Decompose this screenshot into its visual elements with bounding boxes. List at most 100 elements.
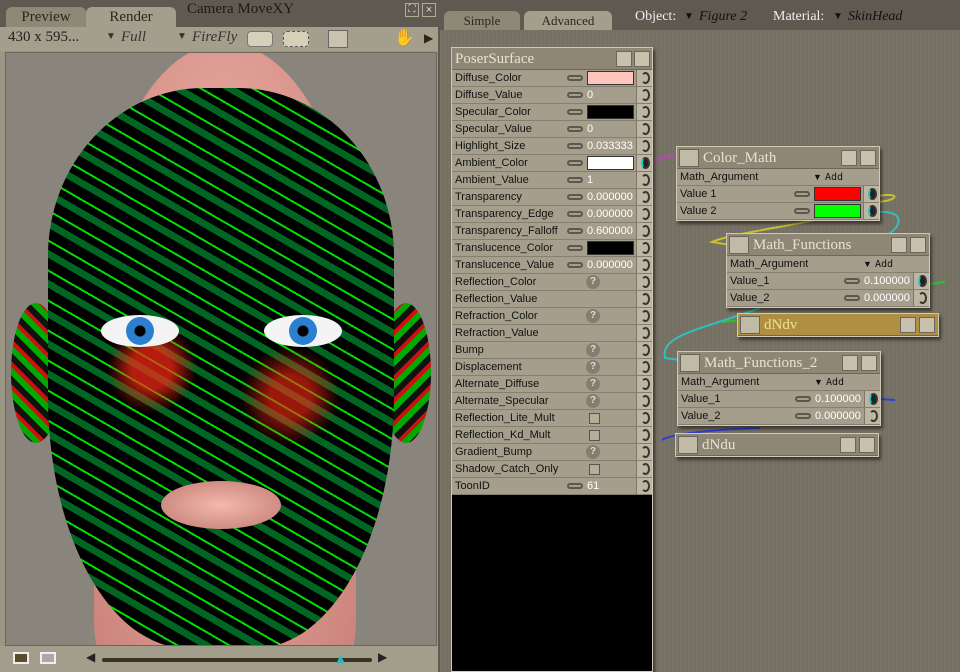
param-row[interactable]: Reflection_Lite_Mult: [452, 410, 652, 427]
param-row[interactable]: Gradient_Bump?: [452, 444, 652, 461]
menu-arrow-icon[interactable]: ▶: [424, 31, 433, 45]
param-row[interactable]: Ambient_Color: [452, 155, 652, 172]
export-image-icon[interactable]: [328, 30, 348, 48]
input-plug-icon[interactable]: [636, 257, 652, 273]
param-value[interactable]: 0.100000: [815, 391, 861, 408]
input-plug-icon[interactable]: [636, 342, 652, 358]
input-plug-icon[interactable]: [636, 70, 652, 86]
param-row[interactable]: Transparency_Falloff 0.600000: [452, 223, 652, 240]
param-row[interactable]: Refraction_Value: [452, 325, 652, 342]
question-icon[interactable]: ?: [586, 360, 600, 374]
input-plug-icon[interactable]: [636, 308, 652, 324]
question-icon[interactable]: ?: [586, 343, 600, 357]
color-swatch[interactable]: [587, 71, 634, 85]
input-plug-icon[interactable]: [864, 408, 880, 424]
param-row[interactable]: Alternate_Diffuse?: [452, 376, 652, 393]
color-math-node[interactable]: Color_Math Math_Argument ▼ Add Value 1 Value …: [676, 146, 880, 221]
question-icon[interactable]: ?: [586, 275, 600, 289]
input-plug-icon[interactable]: [636, 325, 652, 341]
link-icon[interactable]: [567, 194, 583, 200]
link-icon[interactable]: [844, 278, 860, 284]
link-icon[interactable]: [567, 245, 583, 251]
input-plug-icon[interactable]: [863, 186, 879, 202]
link-icon[interactable]: [844, 295, 860, 301]
node-output-icon[interactable]: [678, 436, 698, 454]
area-render-icon[interactable]: [283, 31, 309, 47]
param-value[interactable]: 1: [587, 172, 593, 189]
input-plug-icon[interactable]: [636, 444, 652, 460]
link-icon[interactable]: [795, 396, 811, 402]
link-icon[interactable]: [567, 160, 583, 166]
param-row[interactable]: Reflection_Kd_Mult: [452, 427, 652, 444]
input-plug-icon[interactable]: [636, 393, 652, 409]
node-output-icon[interactable]: [680, 354, 700, 372]
tab-render[interactable]: Render: [86, 7, 176, 27]
param-row[interactable]: Ambient_Value 1: [452, 172, 652, 189]
param-value[interactable]: 0.000000: [815, 408, 861, 425]
dndv-node[interactable]: dNdv: [737, 313, 939, 337]
param-row[interactable]: Transparency_Edge 0.000000: [452, 206, 652, 223]
param-row[interactable]: Value_2 0.000000: [678, 408, 880, 425]
link-icon[interactable]: [567, 92, 583, 98]
node-output-icon[interactable]: [679, 149, 699, 167]
param-row[interactable]: ToonID 61: [452, 478, 652, 495]
checkbox[interactable]: [589, 464, 600, 475]
tab-preview[interactable]: Preview: [6, 7, 86, 27]
dndu-node[interactable]: dNdu: [675, 433, 879, 457]
node-preview-icon[interactable]: [919, 317, 935, 333]
close-icon[interactable]: ×: [422, 3, 436, 17]
input-plug-icon[interactable]: [636, 410, 652, 426]
param-row[interactable]: Value_1 0.100000: [678, 391, 880, 408]
poser-surface-node[interactable]: PoserSurface Diffuse_Color Diffuse_Value 0…: [451, 47, 653, 672]
link-icon[interactable]: [567, 75, 583, 81]
link-icon[interactable]: [567, 262, 583, 268]
param-row[interactable]: Value_2 0.000000: [727, 290, 929, 307]
input-plug-icon[interactable]: [636, 223, 652, 239]
preview-eye-icon[interactable]: [634, 51, 650, 67]
input-plug-icon[interactable]: [636, 274, 652, 290]
question-icon[interactable]: ?: [586, 445, 600, 459]
param-row[interactable]: Refraction_Color?: [452, 308, 652, 325]
color-swatch[interactable]: [587, 241, 634, 255]
link-icon[interactable]: [567, 177, 583, 183]
node-options-icon[interactable]: [900, 317, 916, 333]
color-swatch[interactable]: [587, 105, 634, 119]
node-output-icon[interactable]: [740, 316, 760, 334]
slider-thumb[interactable]: ▲: [334, 650, 348, 666]
input-plug-icon[interactable]: [636, 376, 652, 392]
node-options-icon[interactable]: [842, 355, 858, 371]
input-plug-icon[interactable]: [636, 206, 652, 222]
input-plug-icon[interactable]: [636, 121, 652, 137]
param-row[interactable]: Diffuse_Value 0: [452, 87, 652, 104]
checkbox[interactable]: [589, 413, 600, 424]
quality-dropdown[interactable]: Full: [121, 29, 146, 46]
param-row[interactable]: Alternate_Specular?: [452, 393, 652, 410]
param-value[interactable]: 0.000000: [864, 290, 910, 307]
slider-left-arrow-icon[interactable]: ◀: [86, 650, 95, 664]
param-row[interactable]: Shadow_Catch_Only: [452, 461, 652, 478]
param-value[interactable]: 0.000000: [587, 189, 633, 206]
hand-icon[interactable]: ✋: [394, 28, 415, 48]
param-row[interactable]: Specular_Color: [452, 104, 652, 121]
param-value[interactable]: 0.100000: [864, 273, 910, 290]
history-slider[interactable]: [102, 658, 372, 662]
input-plug-icon[interactable]: [636, 87, 652, 103]
input-plug-icon[interactable]: [636, 155, 652, 171]
param-row[interactable]: Highlight_Size 0.033333: [452, 138, 652, 155]
input-plug-icon[interactable]: [913, 273, 929, 289]
checkbox[interactable]: [589, 430, 600, 441]
link-icon[interactable]: [567, 211, 583, 217]
node-preview-icon[interactable]: [910, 237, 926, 253]
math-functions-node[interactable]: Math_Functions Math_Argument ▼ Add Value_1 0.…: [726, 233, 930, 308]
param-row[interactable]: Value 2: [677, 203, 879, 220]
save-render-icon[interactable]: [40, 652, 56, 664]
param-row[interactable]: Value 1: [677, 186, 879, 203]
node-output-icon[interactable]: [729, 236, 749, 254]
color-swatch[interactable]: [814, 187, 861, 201]
input-plug-icon[interactable]: [636, 104, 652, 120]
slider-right-arrow-icon[interactable]: ▶: [378, 650, 387, 664]
param-value[interactable]: 0: [587, 121, 593, 138]
node-options-icon[interactable]: [616, 51, 632, 67]
math-argument-row[interactable]: Math_Argument ▼ Add: [727, 256, 929, 273]
question-icon[interactable]: ?: [586, 309, 600, 323]
